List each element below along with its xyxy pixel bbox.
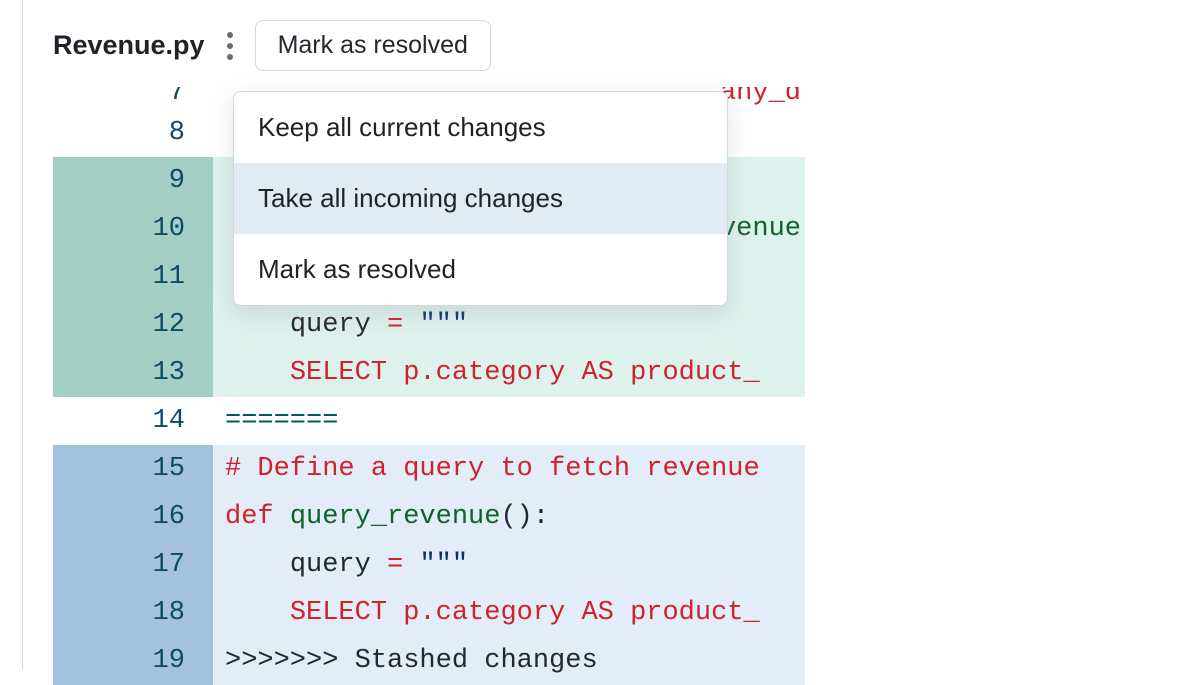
code-token: any_d	[720, 87, 801, 99]
code-token: =	[387, 310, 403, 340]
code-token: query	[290, 310, 387, 340]
line-number: 17	[153, 550, 185, 580]
code-token: >>>>>>> Stashed changes	[225, 646, 598, 676]
code-line: 17 query = """	[53, 541, 805, 589]
code-indent	[225, 310, 290, 340]
code-token: """	[419, 550, 468, 580]
code-token: query	[290, 550, 387, 580]
code-token: =	[387, 550, 403, 580]
code-token: # Define a query to fetch revenue	[225, 454, 760, 484]
line-number: 12	[153, 310, 185, 340]
code-line: 18 SELECT p.category AS product_	[53, 589, 805, 637]
conflict-actions-dropdown: Keep all current changes Take all incomi…	[233, 91, 728, 306]
line-number: 8	[169, 118, 185, 148]
code-token: SELECT p.category AS product_	[290, 598, 760, 628]
code-line: 15 # Define a query to fetch revenue	[53, 445, 805, 493]
code-line: 13 SELECT p.category AS product_	[53, 349, 805, 397]
line-number: 13	[153, 358, 185, 388]
line-number: 10	[153, 214, 185, 244]
code-token: def	[225, 502, 274, 532]
code-token: query_revenue	[290, 502, 501, 532]
line-number: 14	[153, 406, 185, 436]
keep-current-option[interactable]: Keep all current changes	[234, 92, 727, 163]
code-editor: 7 any_d 8 9 10 venue 11 12 query = """	[53, 87, 805, 685]
line-number: 18	[153, 598, 185, 628]
code-token	[274, 502, 290, 532]
code-indent	[225, 358, 290, 388]
filename: Revenue.py	[53, 30, 205, 61]
file-header: Revenue.py Mark as resolved	[25, 20, 1200, 71]
code-token: """	[419, 310, 468, 340]
code-line: 16 def query_revenue():	[53, 493, 805, 541]
code-line: 12 query = """	[53, 301, 805, 349]
code-line: 14 =======	[53, 397, 805, 445]
code-token: =======	[225, 406, 338, 436]
mark-resolved-button[interactable]: Mark as resolved	[255, 20, 491, 71]
code-token	[403, 310, 419, 340]
line-number: 7	[169, 87, 185, 99]
code-indent	[225, 550, 290, 580]
line-number: 15	[153, 454, 185, 484]
code-line: 19 >>>>>>> Stashed changes	[53, 637, 805, 685]
line-number: 11	[153, 262, 185, 292]
take-incoming-option[interactable]: Take all incoming changes	[234, 163, 727, 234]
code-indent	[225, 598, 290, 628]
code-token	[403, 550, 419, 580]
line-number: 16	[153, 502, 185, 532]
line-number: 9	[169, 166, 185, 196]
code-token: ():	[500, 502, 549, 532]
code-token: SELECT p.category AS product_	[290, 358, 760, 388]
code-token: venue	[720, 214, 801, 244]
kebab-menu-icon[interactable]	[221, 24, 239, 68]
vertical-rule	[22, 0, 23, 670]
line-number: 19	[153, 646, 185, 676]
mark-resolved-option[interactable]: Mark as resolved	[234, 234, 727, 305]
